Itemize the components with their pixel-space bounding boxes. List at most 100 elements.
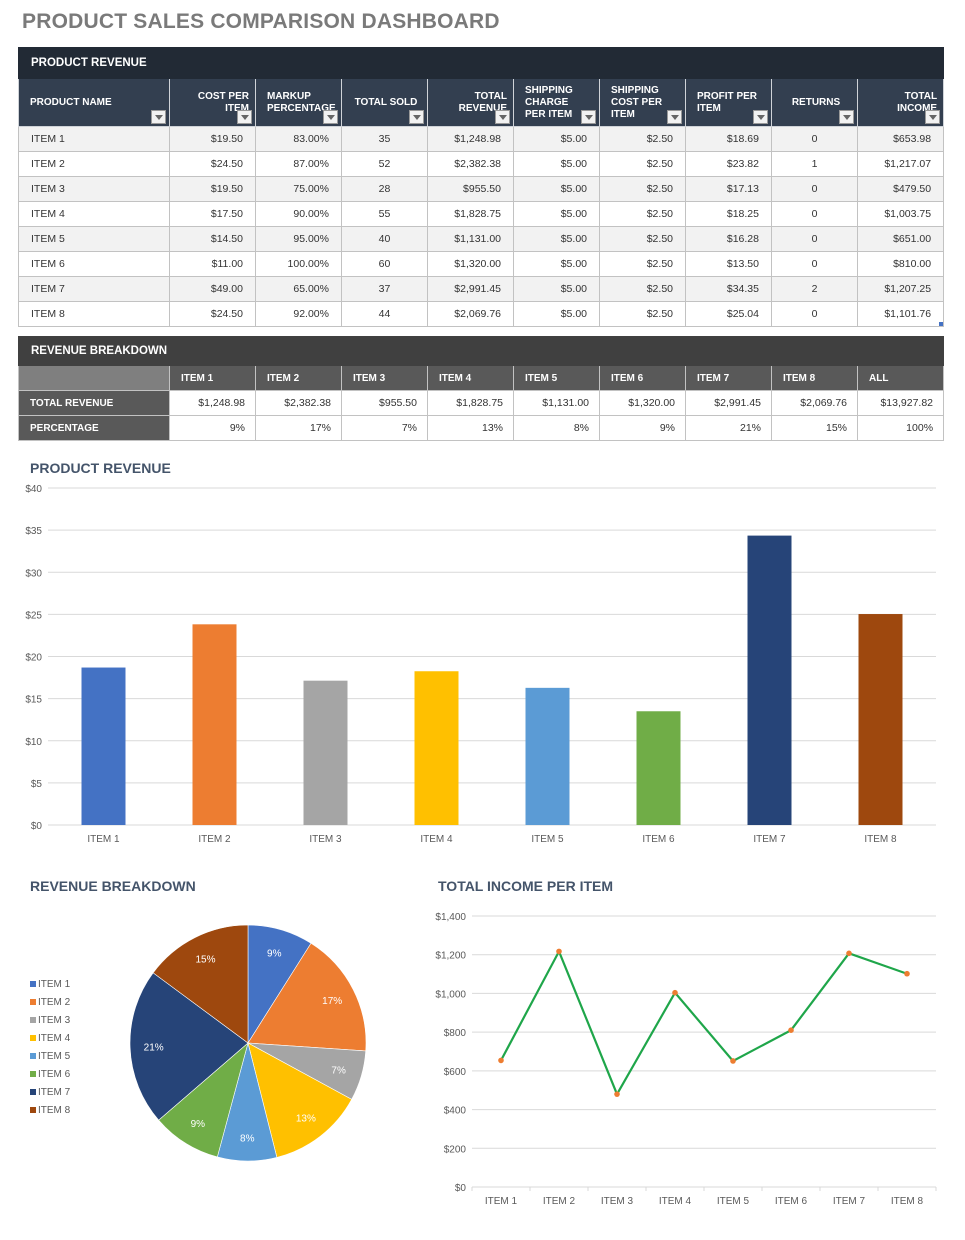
table-cell[interactable]: $5.00	[513, 251, 600, 277]
bar[interactable]	[636, 711, 681, 825]
table-cell[interactable]: $2,069.76	[771, 390, 858, 416]
table-cell[interactable]: 75.00%	[255, 176, 342, 202]
table-cell[interactable]: 40	[341, 226, 428, 252]
table-cell[interactable]: $13,927.82	[856, 390, 945, 416]
table-cell[interactable]: $955.50	[341, 390, 428, 416]
table-cell[interactable]: $18.25	[685, 201, 772, 227]
table-cell[interactable]: 21%	[685, 415, 772, 441]
table-cell[interactable]: $34.35	[685, 276, 772, 302]
table-cell[interactable]: 37	[341, 276, 428, 302]
table-cell[interactable]: $1,207.25	[856, 276, 945, 302]
table-cell[interactable]: $17.13	[685, 176, 772, 202]
table-cell[interactable]: 15%	[771, 415, 858, 441]
table-cell[interactable]: $5.00	[513, 276, 600, 302]
table-cell[interactable]: $1,131.00	[513, 390, 600, 416]
data-point[interactable]	[672, 989, 678, 996]
table-cell[interactable]: 0	[771, 226, 858, 252]
table-cell[interactable]: 28	[341, 176, 428, 202]
table-cell[interactable]: $2.50	[599, 176, 686, 202]
table-cell[interactable]: $1,003.75	[856, 201, 945, 227]
filter-dropdown-icon[interactable]	[409, 110, 424, 124]
filter-dropdown-icon[interactable]	[839, 110, 854, 124]
table-cell[interactable]: 90.00%	[255, 201, 342, 227]
table-cell[interactable]: 8%	[513, 415, 600, 441]
table-cell[interactable]: $2,382.38	[255, 390, 342, 416]
table-cell[interactable]: $2,382.38	[427, 151, 514, 177]
bar[interactable]	[81, 667, 126, 825]
table-cell[interactable]: $653.98	[856, 126, 945, 152]
table-cell[interactable]: $1,828.75	[427, 390, 514, 416]
table-cell[interactable]: $49.00	[169, 276, 256, 302]
table-cell[interactable]: 55	[341, 201, 428, 227]
table-cell[interactable]: $2.50	[599, 276, 686, 302]
filter-dropdown-icon[interactable]	[667, 110, 682, 124]
table-cell[interactable]: 0	[771, 251, 858, 277]
table-cell[interactable]: $5.00	[513, 126, 600, 152]
table-cell[interactable]: $2,991.45	[427, 276, 514, 302]
table-cell[interactable]: $24.50	[169, 301, 256, 327]
table-cell[interactable]: ITEM 4	[18, 201, 170, 227]
table-cell[interactable]: 95.00%	[255, 226, 342, 252]
table-cell[interactable]: $19.50	[169, 176, 256, 202]
table-cell[interactable]: 87.00%	[255, 151, 342, 177]
table-cell[interactable]: 17%	[255, 415, 342, 441]
table-cell[interactable]: ITEM 2	[18, 151, 170, 177]
table-cell[interactable]: ITEM 1	[18, 126, 170, 152]
table-cell[interactable]: $479.50	[856, 176, 945, 202]
table-cell[interactable]: 100.00%	[255, 251, 342, 277]
table-cell[interactable]: $24.50	[169, 151, 256, 177]
bar[interactable]	[525, 687, 570, 825]
bar[interactable]	[414, 671, 459, 825]
table-cell[interactable]: 44	[341, 301, 428, 327]
table-cell[interactable]: $5.00	[513, 226, 600, 252]
table-cell[interactable]: 65.00%	[255, 276, 342, 302]
table-cell[interactable]: $1,320.00	[599, 390, 686, 416]
table-cell[interactable]: 92.00%	[255, 301, 342, 327]
table-cell[interactable]: 1	[771, 151, 858, 177]
table-cell[interactable]: $2.50	[599, 251, 686, 277]
table-cell[interactable]: ITEM 7	[18, 276, 170, 302]
table-cell[interactable]: $5.00	[513, 201, 600, 227]
data-point[interactable]	[498, 1057, 504, 1064]
table-cell[interactable]: $1,217.07	[856, 151, 945, 177]
table-cell[interactable]: $1,828.75	[427, 201, 514, 227]
table-cell[interactable]: $810.00	[856, 251, 945, 277]
table-cell[interactable]: 100%	[856, 415, 945, 441]
filter-dropdown-icon[interactable]	[151, 110, 166, 124]
filter-dropdown-icon[interactable]	[925, 110, 941, 124]
table-cell[interactable]: 9%	[599, 415, 686, 441]
table-cell[interactable]: $2.50	[599, 126, 686, 152]
table-cell[interactable]: $955.50	[427, 176, 514, 202]
table-cell[interactable]: $18.69	[685, 126, 772, 152]
table-cell[interactable]: ITEM 8	[18, 301, 170, 327]
table-cell[interactable]: $1,248.98	[427, 126, 514, 152]
table-cell[interactable]: $23.82	[685, 151, 772, 177]
table-cell[interactable]: $1,320.00	[427, 251, 514, 277]
table-cell[interactable]: $2,069.76	[427, 301, 514, 327]
table-cell[interactable]: 9%	[169, 415, 256, 441]
table-cell[interactable]: 0	[771, 126, 858, 152]
table-cell[interactable]: $5.00	[513, 176, 600, 202]
table-cell[interactable]: $25.04	[685, 301, 772, 327]
filter-dropdown-icon[interactable]	[237, 110, 252, 124]
table-cell[interactable]: 0	[771, 176, 858, 202]
table-cell[interactable]: $2,991.45	[685, 390, 772, 416]
table-cell[interactable]: 7%	[341, 415, 428, 441]
table-cell[interactable]: $1,248.98	[169, 390, 256, 416]
table-cell[interactable]: ITEM 5	[18, 226, 170, 252]
table-cell[interactable]: $14.50	[169, 226, 256, 252]
data-point[interactable]	[556, 948, 562, 955]
table-cell[interactable]: $2.50	[599, 151, 686, 177]
data-point[interactable]	[614, 1091, 620, 1097]
data-point[interactable]	[788, 1027, 794, 1034]
table-cell[interactable]: $1,131.00	[427, 226, 514, 252]
table-cell[interactable]: $13.50	[685, 251, 772, 277]
table-cell[interactable]: 2	[771, 276, 858, 302]
table-cell[interactable]: $651.00	[856, 226, 945, 252]
table-resize-handle[interactable]	[939, 322, 943, 326]
table-cell[interactable]: 0	[771, 301, 858, 327]
table-cell[interactable]: $5.00	[513, 301, 600, 327]
bar[interactable]	[192, 624, 237, 825]
table-cell[interactable]: $2.50	[599, 226, 686, 252]
table-cell[interactable]: $1,101.76	[856, 301, 945, 327]
